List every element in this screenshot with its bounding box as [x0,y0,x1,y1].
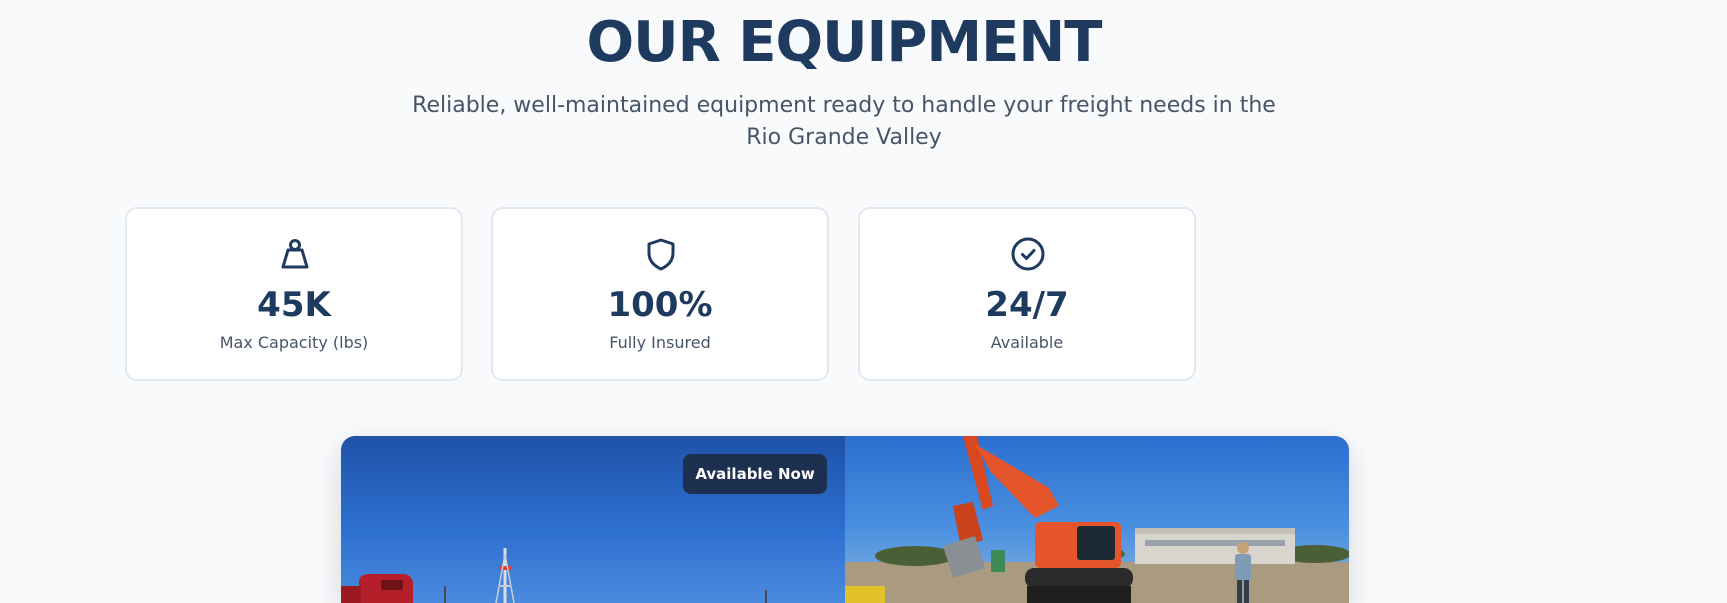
section-subtitle: Reliable, well-maintained equipment read… [412,93,1276,150]
stat-value: 100% [607,285,713,325]
section-title: OUR EQUIPMENT [586,10,1103,75]
excavator-photo[interactable] [845,436,1349,603]
stat-card-insurance: 100% Fully Insured [491,207,829,381]
availability-badge: Available Now [683,454,827,494]
stat-card-availability: 24/7 Available [858,207,1196,381]
equipment-section: OUR EQUIPMENT Reliable, well-maintained … [0,0,1727,603]
stat-value: 24/7 [985,285,1069,325]
weight-icon [277,236,313,272]
stat-label: Fully Insured [609,333,711,352]
truck-photo[interactable]: Available Now [341,436,845,603]
check-circle-icon [1010,236,1046,272]
shield-icon [643,236,679,272]
equipment-gallery: Available Now [341,436,1349,603]
stat-card-capacity: 45K Max Capacity (lbs) [125,207,463,381]
stat-value: 45K [257,285,331,325]
stat-label: Available [990,333,1064,352]
stat-label: Max Capacity (lbs) [219,333,369,352]
